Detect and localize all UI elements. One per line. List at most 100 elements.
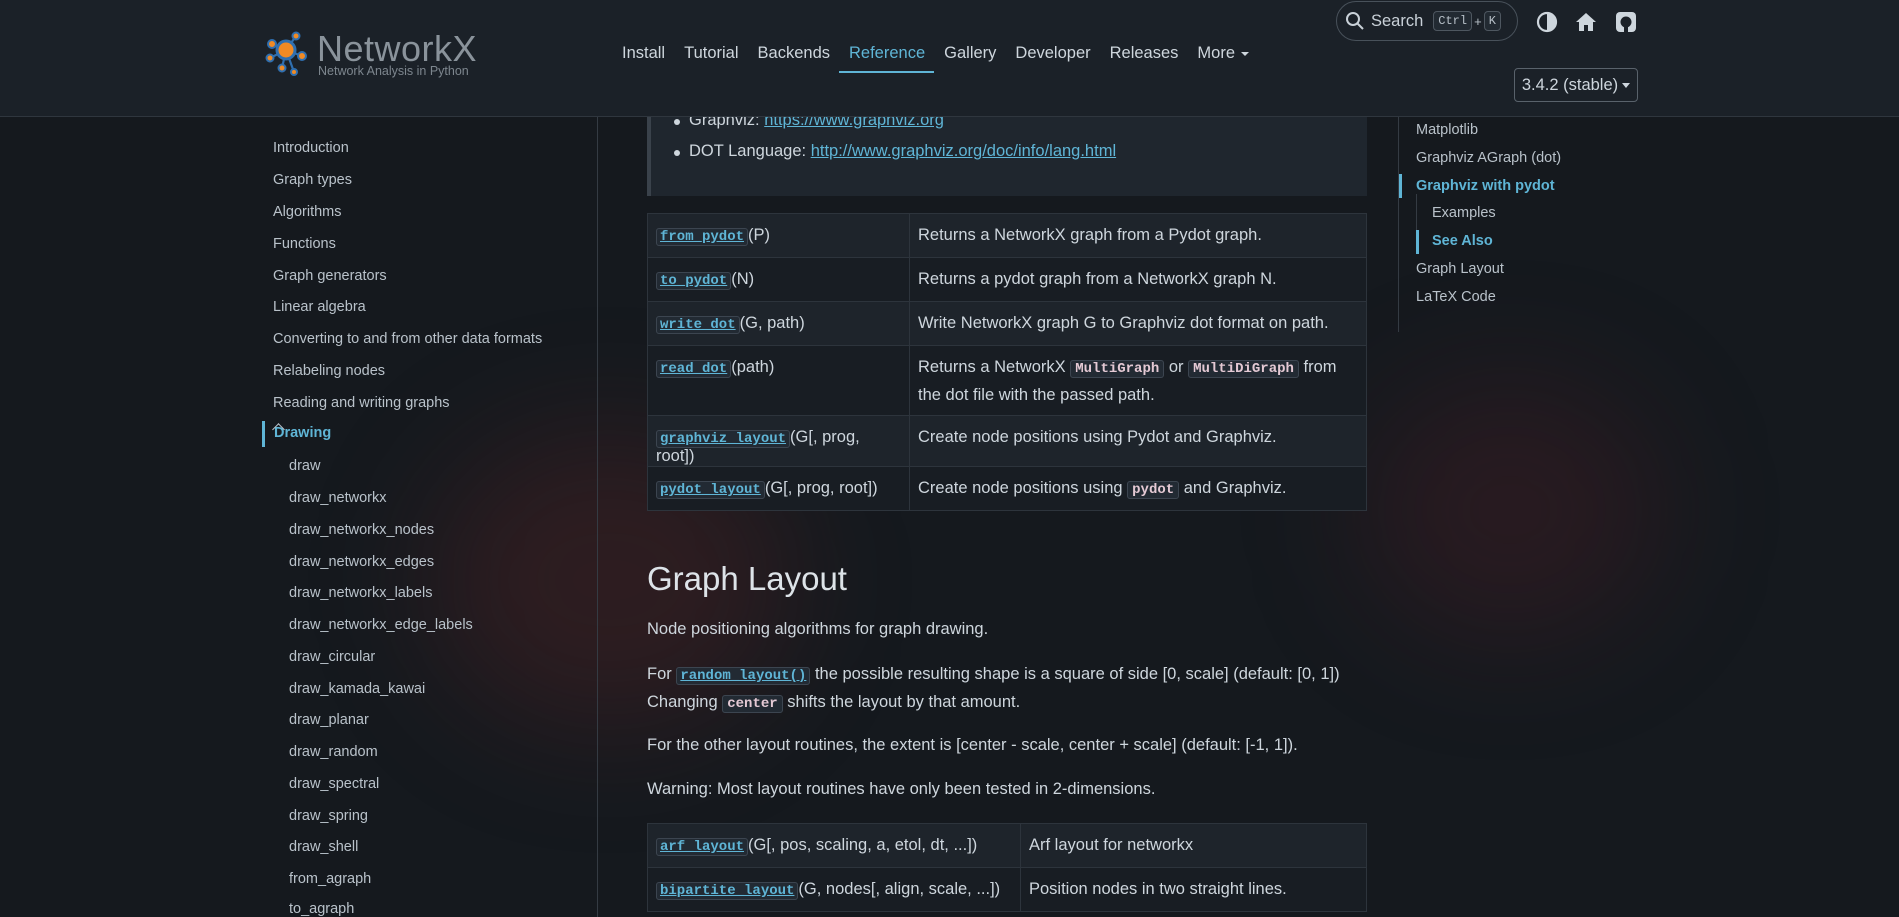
inline-code: MultiDiGraph — [1188, 360, 1299, 378]
sidebar-subitem-draw-kamada-kawai[interactable]: draw_kamada_kawai — [289, 681, 425, 697]
page-toc: Matplotlib Graphviz AGraph (dot) Graphvi… — [1398, 117, 1639, 332]
dot-language-link[interactable]: http://www.graphviz.org/doc/info/lang.ht… — [811, 142, 1116, 160]
note-list-item: DOT Language: http://www.graphviz.org/do… — [673, 142, 1116, 161]
sidebar-subitem-draw-spectral[interactable]: draw_spectral — [289, 776, 379, 792]
section-heading: Graph Layout — [647, 560, 847, 597]
write-dot-link[interactable]: write_dot — [656, 316, 740, 334]
sidebar-subitem-draw-shell[interactable]: draw_shell — [289, 839, 358, 855]
signature: (path) — [731, 358, 775, 376]
networkx-logo[interactable]: NetworkX Network Analysis in Python — [262, 26, 482, 80]
sidebar-item-drawing[interactable]: Drawing — [262, 421, 592, 447]
toc-active-indicator — [1416, 230, 1419, 254]
bipartite-layout-link[interactable]: bipartite_layout — [656, 882, 799, 900]
description-text: and Graphviz. — [1179, 479, 1287, 497]
toc-item-see-also[interactable]: See Also — [1432, 233, 1493, 249]
nav-reference[interactable]: Reference — [839, 42, 935, 73]
kbd-ctrl: Ctrl — [1433, 11, 1473, 31]
arf-layout-link[interactable]: arf_layout — [656, 838, 749, 856]
toc-item-graphviz-pydot[interactable]: Graphviz with pydot — [1416, 178, 1555, 194]
toc-item-examples[interactable]: Examples — [1432, 205, 1496, 221]
main-nav: Install Tutorial Backends Reference Gall… — [612, 42, 1258, 73]
home-icon[interactable] — [1574, 10, 1598, 34]
nav-tutorial[interactable]: Tutorial — [674, 42, 747, 73]
caret-down-icon — [1622, 82, 1631, 88]
layout-functions-table: arf_layout (G[, pos, scaling, a, etol, dt… — [647, 823, 1367, 912]
paragraph: For random_layout() the possible resulti… — [647, 661, 1340, 717]
theme-toggle-icon[interactable] — [1535, 10, 1559, 34]
table-row: from_pydot (P) Returns a NetworkX graph f… — [647, 213, 1367, 258]
sidebar-item-converting[interactable]: Converting to and from other data format… — [273, 331, 542, 347]
description-text: Returns a NetworkX — [918, 358, 1071, 376]
pydot-layout-link[interactable]: pydot_layout — [656, 481, 765, 499]
sidebar-subitem-draw-spring[interactable]: draw_spring — [289, 808, 368, 824]
description: Returns a NetworkX MultiGraph or MultiDi… — [909, 345, 1367, 416]
description: Create node positions using pydot and Gr… — [909, 466, 1367, 511]
sidebar-item-linear-algebra[interactable]: Linear algebra — [273, 299, 366, 315]
sidebar-item-relabeling[interactable]: Relabeling nodes — [273, 363, 385, 379]
inline-code: center — [722, 695, 783, 713]
toc-item-graphviz-agraph[interactable]: Graphviz AGraph (dot) — [1416, 150, 1561, 166]
sidebar-subitem-draw[interactable]: draw — [289, 458, 320, 474]
kbd-plus: + — [1474, 13, 1482, 29]
signature: (G, nodes[, align, scale, ...]) — [798, 880, 1001, 898]
sidebar-subitem-draw-random[interactable]: draw_random — [289, 744, 378, 760]
sidebar-item-reading-writing[interactable]: Reading and writing graphs — [273, 395, 450, 411]
paragraph-text: For — [647, 665, 677, 683]
table-row: bipartite_layout (G, nodes[, align, scale… — [647, 867, 1367, 912]
nav-install[interactable]: Install — [612, 42, 674, 73]
sidebar-item-algorithms[interactable]: Algorithms — [273, 204, 342, 220]
description: Returns a pydot graph from a NetworkX gr… — [909, 257, 1367, 302]
nav-backends[interactable]: Backends — [748, 42, 839, 73]
toc-item-matplotlib[interactable]: Matplotlib — [1416, 122, 1478, 138]
logo-subtitle: Network Analysis in Python — [318, 64, 469, 78]
github-icon[interactable] — [1614, 10, 1638, 34]
toc-item-latex-code[interactable]: LaTeX Code — [1416, 289, 1496, 305]
sidebar-subitem-draw-networkx-nodes[interactable]: draw_networkx_nodes — [289, 522, 434, 538]
paragraph-text: the possible resulting shape is a square… — [810, 665, 1340, 683]
section-intro: Node positioning algorithms for graph dr… — [647, 620, 989, 638]
nav-developer[interactable]: Developer — [1005, 42, 1099, 73]
to-pydot-link[interactable]: to_pydot — [656, 272, 732, 290]
sidebar-subitem-from-agraph[interactable]: from_agraph — [289, 871, 371, 887]
signature: (G[, prog, root]) — [764, 479, 878, 497]
paragraph-text: Changing — [647, 693, 723, 711]
sidebar-subitem-draw-planar[interactable]: draw_planar — [289, 712, 369, 728]
description-text: Create node positions using — [918, 479, 1128, 497]
nav-gallery[interactable]: Gallery — [934, 42, 1005, 73]
description: Returns a NetworkX graph from a Pydot gr… — [909, 213, 1367, 258]
table-row: pydot_layout (G[, prog, root]) Create nod… — [647, 466, 1367, 511]
version-switcher[interactable]: 3.4.2 (stable) — [1514, 68, 1638, 102]
sidebar-item-graph-generators[interactable]: Graph generators — [273, 268, 387, 284]
warning-paragraph: Warning: Most layout routines have only … — [647, 780, 1156, 798]
nav-releases[interactable]: Releases — [1100, 42, 1188, 73]
networkx-logo-icon — [265, 31, 307, 76]
sidebar-subitem-to-agraph[interactable]: to_agraph — [289, 901, 354, 917]
random-layout-link[interactable]: random_layout() — [676, 667, 811, 685]
sidebar-item-introduction[interactable]: Introduction — [273, 140, 349, 156]
search-button[interactable]: Search Ctrl + K — [1336, 1, 1518, 41]
paragraph: For the other layout routines, the exten… — [647, 736, 1298, 754]
inline-code: MultiGraph — [1070, 360, 1165, 378]
signature: (P) — [748, 226, 771, 244]
signature: (N) — [731, 270, 755, 288]
inline-code: pydot — [1127, 481, 1180, 499]
note-label: DOT Language: — [689, 142, 811, 160]
sidebar-subitem-draw-networkx-labels[interactable]: draw_networkx_labels — [289, 585, 432, 601]
pydot-functions-table: from_pydot (P) Returns a NetworkX graph f… — [647, 213, 1367, 511]
search-icon — [1346, 12, 1364, 30]
sidebar-subitem-draw-networkx-edges[interactable]: draw_networkx_edges — [289, 554, 434, 570]
sidebar-subitem-draw-networkx[interactable]: draw_networkx — [289, 490, 387, 506]
table-row: graphviz_layout (G[, prog, root]) Create … — [647, 415, 1367, 467]
toc-item-graph-layout[interactable]: Graph Layout — [1416, 261, 1504, 277]
read-dot-link[interactable]: read_dot — [656, 360, 732, 378]
table-row: to_pydot (N) Returns a pydot graph from a… — [647, 257, 1367, 302]
sidebar-subitem-draw-circular[interactable]: draw_circular — [289, 649, 375, 665]
sidebar-item-functions[interactable]: Functions — [273, 236, 336, 252]
graphviz-layout-link[interactable]: graphviz_layout — [656, 430, 791, 448]
from-pydot-link[interactable]: from_pydot — [656, 228, 749, 246]
nav-more-dropdown[interactable]: More — [1187, 42, 1258, 73]
sidebar-item-graph-types[interactable]: Graph types — [273, 172, 352, 188]
caret-down-icon — [1241, 51, 1250, 56]
sidebar-subitem-draw-networkx-edge-labels[interactable]: draw_networkx_edge_labels — [289, 617, 473, 633]
main-content: Graphviz: https://www.graphviz.org DOT L… — [647, 111, 1367, 917]
